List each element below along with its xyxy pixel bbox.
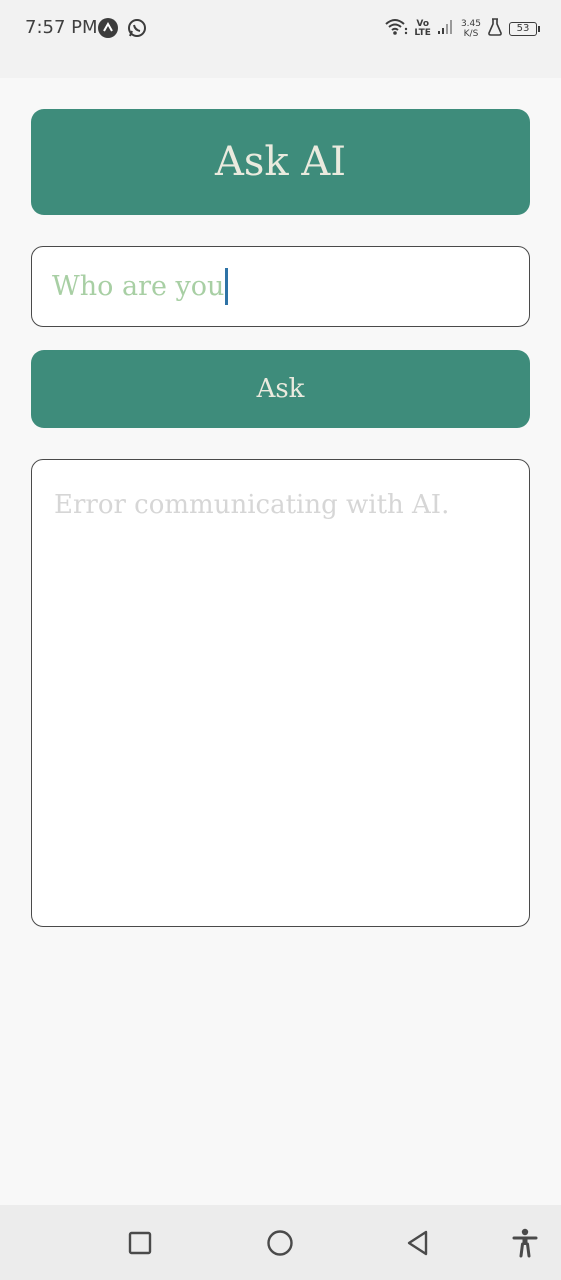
app-title: Ask AI	[214, 139, 347, 185]
back-icon[interactable]	[398, 1223, 438, 1263]
response-text: Error communicating with AI.	[54, 490, 450, 520]
text-caret	[225, 268, 229, 305]
ask-button[interactable]: Ask	[31, 350, 530, 428]
navigation-bar	[0, 1205, 561, 1280]
home-icon[interactable]	[260, 1223, 300, 1263]
net-speed-unit: K/S	[463, 29, 479, 39]
net-speed-value: 3.45	[460, 19, 481, 29]
recent-apps-icon[interactable]	[120, 1223, 160, 1263]
net-speed: 3.45 K/S	[461, 19, 481, 39]
battery-level: 53	[516, 23, 530, 34]
ask-button-label: Ask	[256, 374, 305, 404]
signal-icon	[437, 19, 455, 39]
response-textarea[interactable]: Error communicating with AI.	[31, 459, 530, 927]
question-input-value: Who are you	[52, 271, 225, 302]
whatsapp-icon	[127, 18, 147, 38]
status-bar: 7:57 PM Vo LTE 3.45 K/S 53	[0, 0, 561, 78]
status-time: 7:57 PM	[25, 17, 98, 38]
accessibility-icon[interactable]	[505, 1223, 545, 1263]
flask-icon	[487, 18, 503, 40]
volte-indicator: Vo LTE	[414, 20, 431, 38]
volte-bottom: LTE	[414, 28, 431, 38]
app-notification-icon	[98, 18, 118, 38]
question-input[interactable]: Who are you	[31, 246, 530, 327]
battery-indicator: 53	[509, 22, 540, 36]
status-indicators: Vo LTE 3.45 K/S 53	[384, 14, 540, 44]
app-title-banner: Ask AI	[31, 109, 530, 215]
wifi-icon	[384, 18, 408, 40]
